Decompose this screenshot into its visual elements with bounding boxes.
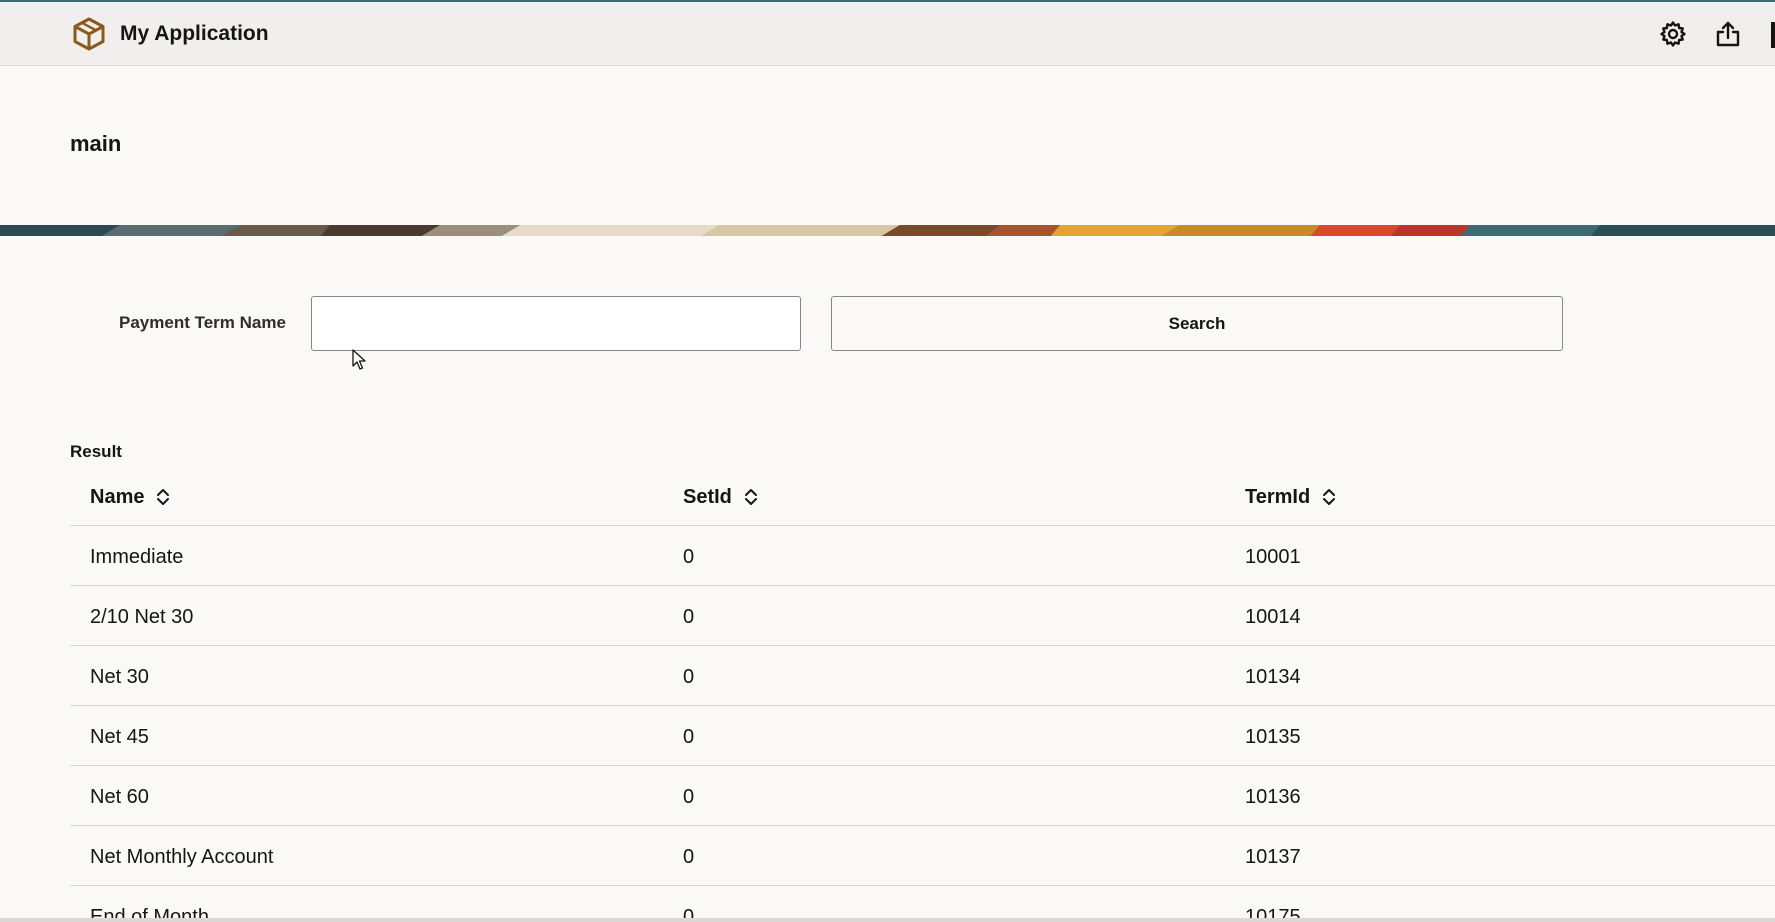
decorative-banner-strip bbox=[0, 224, 1775, 236]
app-title: My Application bbox=[120, 22, 269, 45]
payment-term-name-input[interactable] bbox=[311, 296, 801, 351]
cell-name: 2/10 Net 30 bbox=[90, 606, 194, 628]
table-row[interactable]: Net Monthly Account 0 10137 bbox=[70, 826, 1775, 886]
table-row[interactable]: Immediate 0 10001 bbox=[70, 526, 1775, 586]
share-upload-icon[interactable] bbox=[1713, 19, 1743, 49]
page-title: main bbox=[70, 131, 122, 156]
cell-name: Net 60 bbox=[90, 786, 149, 808]
result-label: Result bbox=[70, 442, 122, 461]
table-row[interactable]: 2/10 Net 30 0 10014 bbox=[70, 586, 1775, 646]
header-edge-marker bbox=[1771, 22, 1775, 48]
cell-setid: 0 bbox=[683, 546, 695, 568]
cell-termid: 10134 bbox=[1245, 666, 1301, 688]
gear-icon[interactable] bbox=[1658, 19, 1688, 49]
column-header-label: Name bbox=[90, 486, 145, 508]
column-header-setid[interactable]: SetId bbox=[683, 484, 758, 510]
sort-up-down-icon[interactable] bbox=[744, 487, 758, 507]
column-header-termid[interactable]: TermId bbox=[1245, 484, 1336, 510]
cell-setid: 0 bbox=[683, 666, 695, 688]
cube-logo-icon bbox=[71, 16, 107, 52]
bottom-scroll-edge bbox=[0, 918, 1775, 922]
cell-setid: 0 bbox=[683, 846, 695, 868]
table-row[interactable]: Net 60 0 10136 bbox=[70, 766, 1775, 826]
table-row[interactable]: End of Month 0 10175 bbox=[70, 886, 1775, 922]
table-row[interactable]: Net 45 0 10135 bbox=[70, 706, 1775, 766]
cell-name: Net 30 bbox=[90, 666, 149, 688]
cell-setid: 0 bbox=[683, 726, 695, 748]
search-button[interactable]: Search bbox=[831, 296, 1563, 351]
result-table: Name SetId TermId Immediate 0 10001 2/10… bbox=[70, 468, 1775, 922]
app-header: My Application bbox=[0, 2, 1775, 66]
app-window: My Application main Payment Term Name Se… bbox=[0, 0, 1775, 922]
cell-termid: 10137 bbox=[1245, 846, 1301, 868]
sort-up-down-icon[interactable] bbox=[156, 487, 170, 507]
table-header-row: Name SetId TermId bbox=[70, 468, 1775, 526]
mouse-cursor-icon bbox=[352, 349, 366, 371]
column-header-label: TermId bbox=[1245, 486, 1311, 508]
table-row[interactable]: Net 30 0 10134 bbox=[70, 646, 1775, 706]
cell-name: Net 45 bbox=[90, 726, 149, 748]
cell-termid: 10136 bbox=[1245, 786, 1301, 808]
payment-term-name-label: Payment Term Name bbox=[119, 313, 286, 332]
cell-termid: 10135 bbox=[1245, 726, 1301, 748]
cell-setid: 0 bbox=[683, 786, 695, 808]
cell-termid: 10001 bbox=[1245, 546, 1301, 568]
cell-setid: 0 bbox=[683, 606, 695, 628]
cell-name: Immediate bbox=[90, 546, 184, 568]
column-header-name[interactable]: Name bbox=[90, 484, 170, 510]
main-content: Payment Term Name Search Result Name Set… bbox=[0, 236, 1775, 922]
column-header-label: SetId bbox=[683, 486, 732, 508]
sort-up-down-icon[interactable] bbox=[1322, 487, 1336, 507]
cell-termid: 10014 bbox=[1245, 606, 1301, 628]
cell-name: Net Monthly Account bbox=[90, 846, 274, 868]
